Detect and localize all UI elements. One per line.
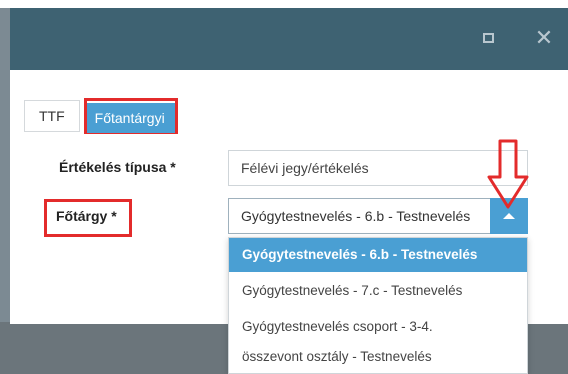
maximize-button[interactable] (477, 27, 499, 49)
main-subject-label: Főtárgy * (56, 208, 117, 224)
chevron-up-icon (503, 213, 515, 219)
evaluation-type-field[interactable]: Félévi jegy/értékelés (228, 150, 528, 186)
tab-bar: TTF Főtantárgyi (24, 98, 178, 134)
dropdown-option[interactable]: Gyógytestnevelés - 6.b - Testnevelés (229, 238, 527, 272)
dropdown-option-label: Gyógytestnevelés - 7.c - Testnevelés (242, 283, 463, 298)
dropdown-option-label: Gyógytestnevelés - 6.b - Testnevelés (242, 247, 478, 262)
main-subject-select[interactable]: Gyógytestnevelés - 6.b - Testnevelés (228, 198, 528, 234)
tab-highlight-annotation: Főtantárgyi (83, 98, 178, 134)
backdrop-top (0, 0, 568, 8)
down-arrow-annotation-icon (487, 139, 529, 209)
modal-titlebar: ✕ (10, 8, 568, 70)
backdrop-left (0, 8, 10, 374)
tab-fotantargyi[interactable]: Főtantárgyi (86, 103, 175, 133)
dropdown-option[interactable]: Gyógytestnevelés csoport - 3-4. összevon… (229, 308, 527, 374)
main-subject-dropdown: Gyógytestnevelés - 6.b - Testnevelés Gyó… (228, 237, 528, 374)
tab-ttf[interactable]: TTF (24, 100, 80, 132)
dropdown-option-label-line2: összevont osztály - Testnevelés (242, 349, 432, 364)
evaluation-type-label: Értékelés típusa * (59, 159, 176, 175)
maximize-icon (482, 33, 494, 43)
dropdown-option-label-line1: Gyógytestnevelés csoport - 3-4. (242, 319, 433, 334)
close-button[interactable]: ✕ (533, 27, 555, 49)
close-icon: ✕ (534, 25, 554, 50)
dropdown-option[interactable]: Gyógytestnevelés - 7.c - Testnevelés (229, 274, 527, 308)
